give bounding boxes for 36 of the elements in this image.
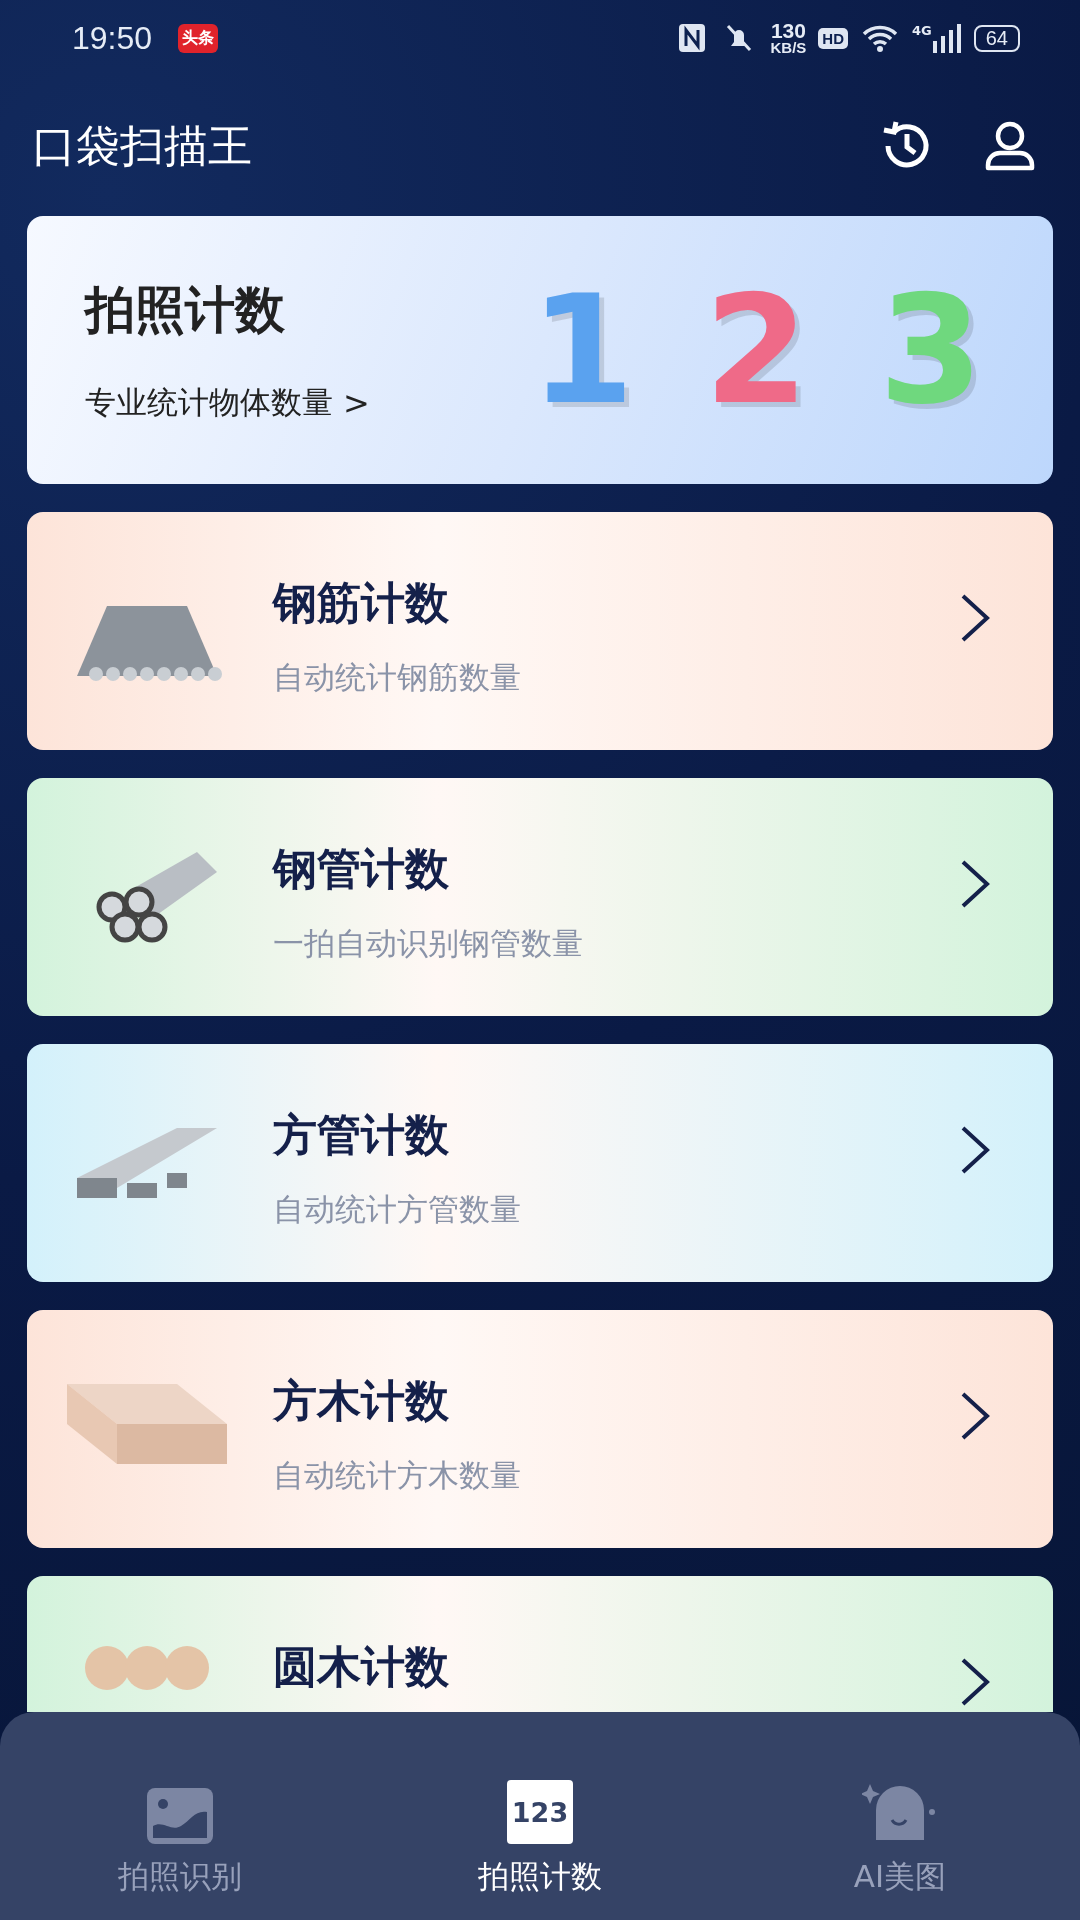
app-title: 口袋扫描王: [32, 118, 252, 173]
status-time: 19:50: [72, 19, 153, 57]
card-subtitle: 自动统计钢筋数量: [273, 658, 522, 697]
number-art: 1: [529, 275, 635, 425]
counting-card[interactable]: 圆木计数: [27, 1576, 1053, 1712]
banner-subtitle: 专业统计物体数量: [85, 382, 333, 422]
chevron-icon: >: [343, 383, 370, 422]
counting-card[interactable]: 钢筋计数 自动统计钢筋数量: [27, 512, 1053, 750]
card-subtitle: 自动统计方管数量: [273, 1190, 522, 1229]
hd-indicator: HD: [818, 27, 849, 49]
card-title: 方管计数: [273, 1108, 450, 1162]
number-art: 3: [878, 275, 983, 425]
nav-label: AI美图: [853, 1857, 947, 1896]
app-notification-badge: 头条: [178, 23, 219, 53]
nav-label: 拍照计数: [478, 1857, 602, 1896]
network-type: 4G: [912, 23, 932, 38]
counter-icon: 123: [507, 1780, 573, 1844]
nav-tab[interactable]: AI美图: [720, 1768, 1080, 1898]
card-title: 圆木计数: [273, 1640, 450, 1694]
card-title: 方木计数: [273, 1374, 450, 1428]
card-title: 钢筋计数: [273, 576, 450, 630]
card-title: 钢管计数: [273, 842, 450, 896]
counting-banner[interactable]: 拍照计数 专业统计物体数量 > 1 2 3: [27, 216, 1053, 484]
nav-tab[interactable]: 123 拍照计数: [360, 1768, 720, 1898]
number-art: 2: [704, 275, 809, 425]
card-subtitle: 一拍自动识别钢管数量: [273, 924, 584, 963]
counting-card[interactable]: 方木计数 自动统计方木数量: [27, 1310, 1053, 1548]
nav-tab[interactable]: 拍照识别: [0, 1768, 360, 1898]
network-speed: 130: [770, 21, 806, 40]
counting-card[interactable]: 方管计数 自动统计方管数量: [27, 1044, 1053, 1282]
banner-title: 拍照计数: [85, 279, 286, 341]
nav-label: 拍照识别: [118, 1857, 242, 1896]
card-subtitle: 自动统计方木数量: [273, 1456, 522, 1495]
speed-unit: KB/S: [770, 40, 807, 55]
battery-indicator: 64: [973, 24, 1020, 52]
counting-card[interactable]: 钢管计数 一拍自动识别钢管数量: [27, 778, 1053, 1016]
